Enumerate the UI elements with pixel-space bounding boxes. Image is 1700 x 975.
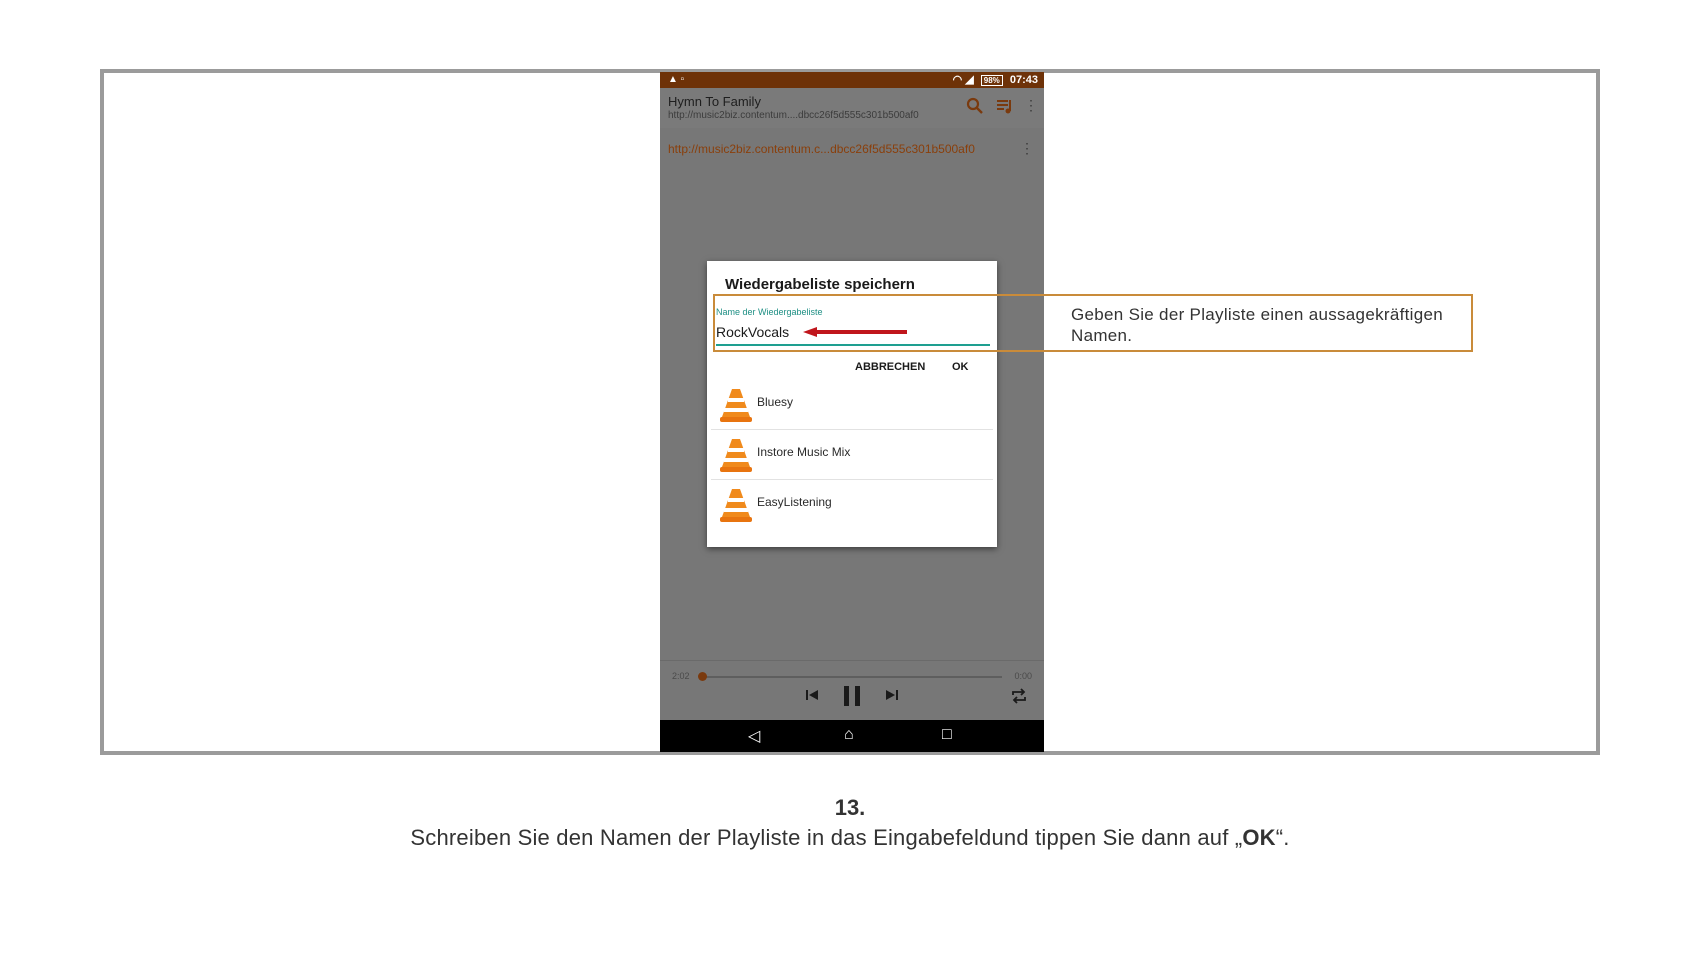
cancel-button[interactable]: ABBRECHEN <box>855 361 925 373</box>
wifi-icon: ◠ <box>952 74 963 86</box>
search-icon[interactable] <box>966 97 984 120</box>
callout-text: Geben Sie der Playliste einen aussagekrä… <box>1071 305 1443 345</box>
signal-icon: ◢ <box>965 74 974 86</box>
total-time: 0:00 <box>1014 671 1032 681</box>
repeat-icon[interactable] <box>1010 687 1028 710</box>
pause-icon[interactable] <box>842 685 862 712</box>
caption-text-before: Schreiben Sie den Namen der Playliste in… <box>410 825 1243 850</box>
caption-text-after: “. <box>1275 825 1290 850</box>
playlist-item[interactable]: Bluesy <box>711 379 993 430</box>
track-more-icon[interactable]: ⋮ <box>1020 140 1034 157</box>
previous-icon[interactable] <box>804 687 820 708</box>
elapsed-time: 2:02 <box>672 671 690 681</box>
track-title: Hymn To Family <box>668 94 761 109</box>
seek-bar[interactable] <box>702 676 1002 678</box>
vlc-cone-icon <box>720 439 752 472</box>
clock: 07:43 <box>1009 74 1038 86</box>
caption-ok-bold: OK <box>1242 825 1276 850</box>
playlist-item[interactable]: EasyListening <box>711 479 993 529</box>
vlc-cone-icon <box>720 489 752 522</box>
queue-icon[interactable] <box>996 97 1014 120</box>
status-bar: ▲ ▫ ◠ ◢ 98% 07:43 <box>660 72 1044 88</box>
home-icon[interactable]: ⌂ <box>844 726 854 744</box>
next-icon[interactable] <box>884 687 900 708</box>
ok-button[interactable]: OK <box>952 361 969 373</box>
app-bar: Hymn To Family http://music2biz.contentu… <box>660 88 1044 128</box>
playlist-name: EasyListening <box>757 495 832 509</box>
step-number: 13. <box>834 795 866 820</box>
overflow-menu-icon[interactable]: ⋮ <box>1024 97 1038 114</box>
playlist-item[interactable]: Instore Music Mix <box>711 429 993 480</box>
battery-icon: 98% <box>980 75 1003 86</box>
seek-handle[interactable] <box>698 672 707 681</box>
status-right: ◠ ◢ 98% 07:43 <box>953 73 1038 86</box>
step-caption: Schreiben Sie den Namen der Playliste in… <box>0 825 1700 851</box>
player-controls: 2:02 0:00 <box>660 660 1044 721</box>
dialog-title: Wiedergabeliste speichern <box>725 276 915 293</box>
playlist-name: Bluesy <box>757 395 794 409</box>
track-url[interactable]: http://music2biz.contentum.c...dbcc26f5d… <box>668 142 975 156</box>
recents-icon[interactable]: □ <box>942 726 952 744</box>
track-subtitle: http://music2biz.contentum....dbcc26f5d5… <box>668 110 919 121</box>
back-icon[interactable]: ◁ <box>748 726 760 746</box>
android-nav-bar: ◁ ⌂ □ <box>660 720 1044 752</box>
vlc-cone-icon <box>720 389 752 422</box>
notification-icons: ▲ ▫ <box>668 74 685 85</box>
playlist-name: Instore Music Mix <box>757 445 851 459</box>
